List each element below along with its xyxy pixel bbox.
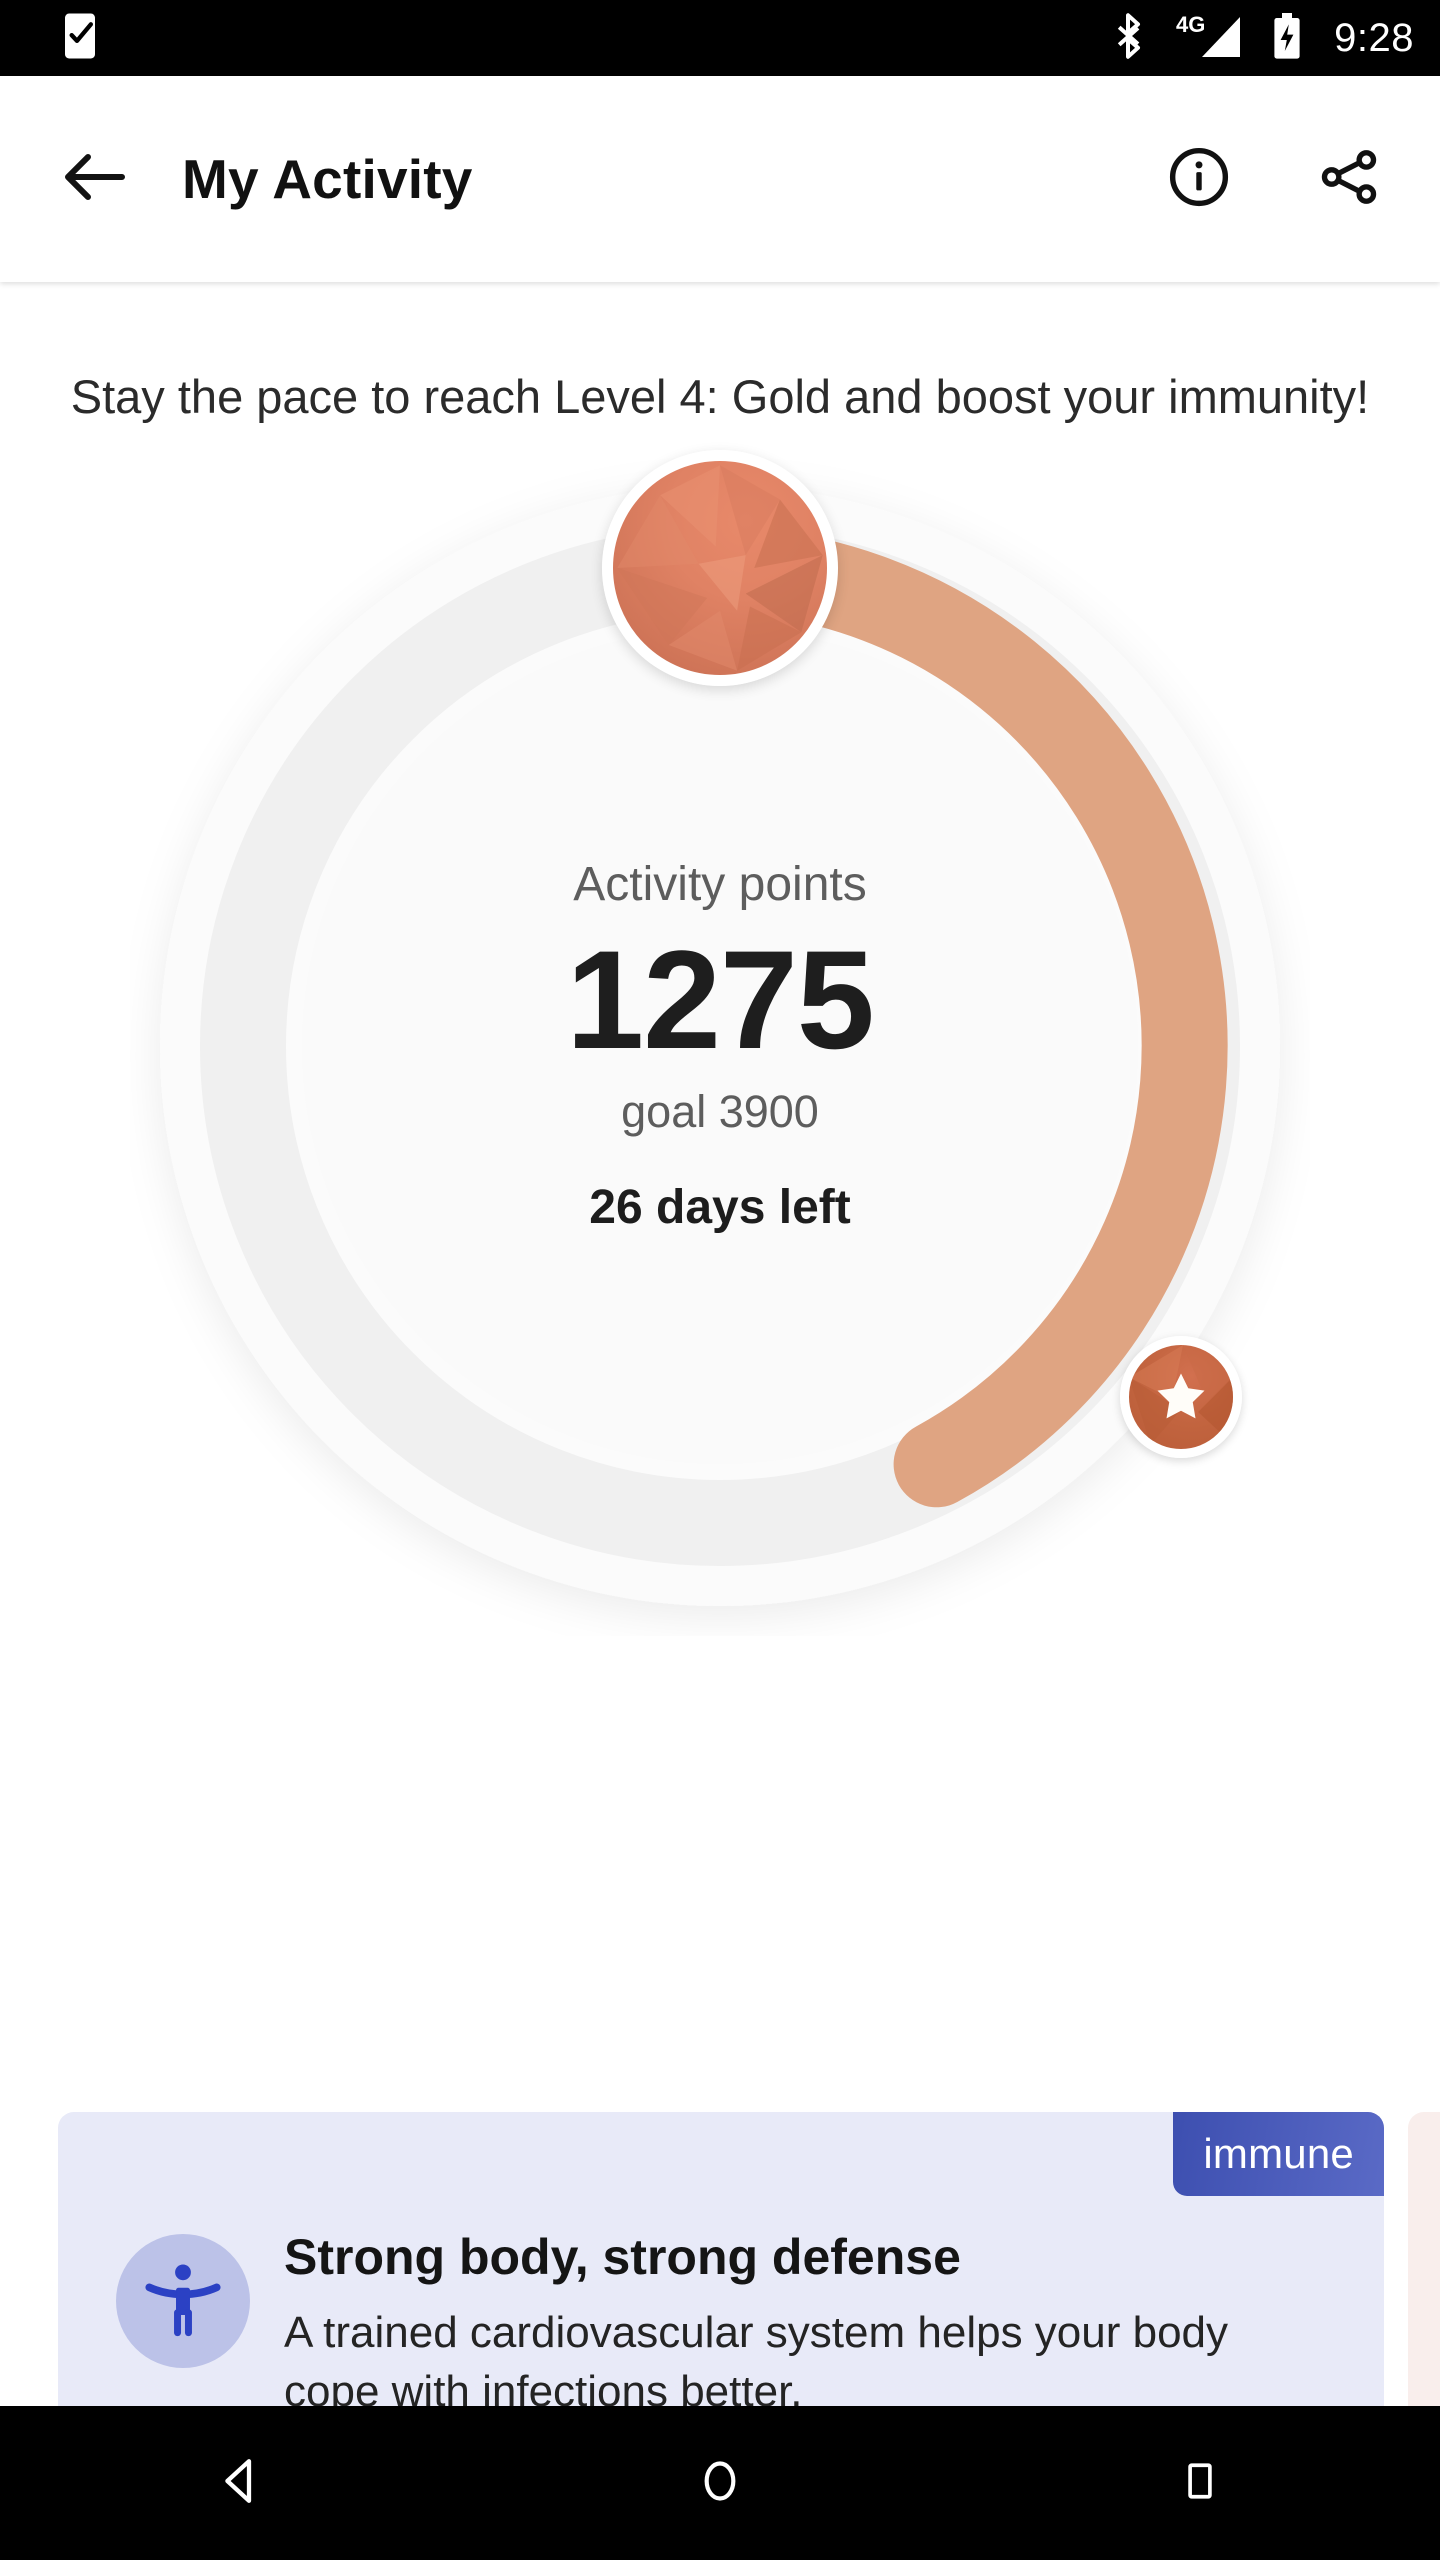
nav-back-button[interactable] xyxy=(165,2423,315,2543)
activity-progress-ring[interactable]: Activity points 1275 goal 3900 26 days l… xyxy=(130,450,1310,1636)
nav-back-triangle-icon xyxy=(213,2454,267,2513)
battery-charging-icon xyxy=(1272,12,1302,65)
headline-text: Stay the pace to reach Level 4: Gold and… xyxy=(70,370,1370,423)
status-bar-notifications xyxy=(60,12,100,65)
bronze-medal-icon xyxy=(602,450,838,687)
share-button[interactable] xyxy=(1312,142,1386,216)
status-bar: 4G 9:28 xyxy=(0,0,1440,76)
nav-home-button[interactable] xyxy=(645,2423,795,2543)
tip-card-description: A trained cardiovascular system helps yo… xyxy=(284,2308,1229,2417)
phone-screen: 4G 9:28 My Activity Stay the pace to rea… xyxy=(0,0,1440,2560)
star-milestone-badge[interactable] xyxy=(1120,1336,1242,1459)
android-nav-bar xyxy=(0,2406,1440,2560)
bluetooth-icon xyxy=(1114,12,1148,65)
status-badge: immune xyxy=(1173,2112,1384,2196)
nav-home-circle-icon xyxy=(695,2456,745,2511)
page-title: My Activity xyxy=(182,148,473,210)
signal-bars-icon: 4G xyxy=(1174,12,1246,65)
app-bar-actions xyxy=(1162,142,1396,216)
info-circle-icon xyxy=(1168,146,1230,213)
scroll-content: Stay the pace to reach Level 4: Gold and… xyxy=(0,282,1440,2560)
star-icon xyxy=(1157,1373,1205,1419)
task-checklist-icon xyxy=(60,12,100,65)
tip-card-title: Strong body, strong defense xyxy=(284,2229,961,2285)
status-bar-indicators: 4G 9:28 xyxy=(1114,12,1414,65)
status-bar-clock: 9:28 xyxy=(1334,15,1414,60)
nav-recents-button[interactable] xyxy=(1125,2423,1275,2543)
back-arrow-icon xyxy=(64,153,126,206)
nav-recents-square-icon xyxy=(1178,2459,1222,2508)
tip-card-text: Strong body, strong defense A trained ca… xyxy=(284,2228,1324,2422)
info-button[interactable] xyxy=(1162,142,1236,216)
app-bar: My Activity xyxy=(0,76,1440,282)
back-button[interactable] xyxy=(50,134,140,224)
share-icon xyxy=(1317,145,1381,214)
svg-text:4G: 4G xyxy=(1176,12,1205,37)
accessibility-body-icon xyxy=(116,2234,250,2368)
